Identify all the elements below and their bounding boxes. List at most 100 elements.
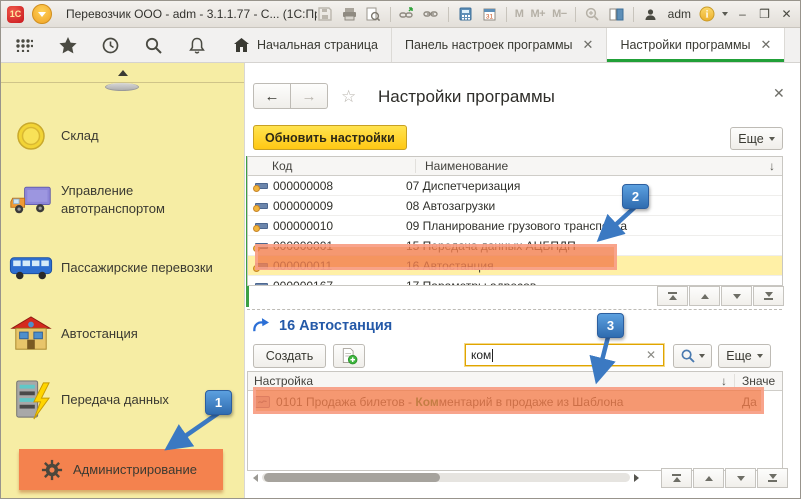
notifications-bell-icon[interactable] (175, 28, 218, 62)
sort-descending-icon[interactable]: ↓ (762, 159, 782, 173)
tab-program-settings[interactable]: Настройки программы ✕ (607, 28, 785, 62)
column-name[interactable]: Наименование (416, 159, 762, 173)
create-button[interactable]: Создать (253, 344, 326, 368)
close-window-button[interactable]: ✕ (779, 7, 794, 21)
settings-table[interactable]: Настройка ↓ Значе 0101 Продажа билетов -… (247, 371, 783, 471)
back-button[interactable]: ← (253, 83, 291, 109)
catalog-item-icon (254, 281, 267, 287)
tab-home[interactable]: Начальная страница (221, 28, 392, 62)
tab-close-icon[interactable]: ✕ (761, 37, 772, 53)
magnifier-icon (681, 349, 695, 363)
form-title: Настройки программы (378, 87, 555, 107)
go-next-button[interactable] (721, 286, 752, 306)
data-server-icon (1, 379, 61, 421)
more-button-top[interactable]: Еще (730, 127, 783, 150)
svg-text:i: i (705, 10, 708, 21)
sidebar-item-passazhirskie[interactable]: Пассажирские перевозки (1, 253, 244, 283)
scroll-right-icon[interactable] (634, 474, 639, 482)
table-row[interactable]: 000000010 09 Планирование грузового тран… (248, 216, 782, 236)
maximize-button[interactable]: ❒ (757, 7, 772, 21)
go-last-button[interactable] (753, 286, 784, 306)
functions-menu-icon[interactable] (3, 28, 46, 62)
go-link-icon[interactable] (423, 6, 440, 22)
groups-table-header[interactable]: Код Наименование ↓ (248, 157, 782, 176)
sidebar-item-administrirovanie[interactable]: Администрирование (19, 449, 223, 490)
forward-button[interactable]: → (291, 83, 328, 109)
home-icon (234, 38, 249, 52)
cell-name: 08 Автозагрузки (397, 199, 782, 213)
calculator-icon[interactable] (457, 6, 474, 22)
cell-code: 000000008 (273, 179, 333, 193)
print-preview-icon[interactable] (365, 6, 382, 22)
tab-settings-panel[interactable]: Панель настроек программы ✕ (392, 28, 608, 62)
go-last-button[interactable] (757, 468, 788, 488)
memory-m-button[interactable]: M (515, 8, 524, 20)
search-icon[interactable] (132, 28, 175, 62)
update-settings-button[interactable]: Обновить настройки (253, 125, 407, 150)
more-button-bottom[interactable]: Еще (718, 344, 771, 368)
column-setting[interactable]: Настройка (248, 374, 714, 388)
gear-icon (31, 459, 73, 481)
search-button[interactable] (673, 344, 712, 368)
annotation-step-3: 3 (597, 313, 624, 338)
go-first-button[interactable] (661, 468, 692, 488)
form-close-icon[interactable]: ✕ (773, 85, 785, 102)
sidebar-collapse-button[interactable] (1, 63, 244, 83)
station-building-icon (1, 315, 61, 353)
sidebar-item-label: Управление автотранспортом (61, 182, 193, 217)
horizontal-scrollbar[interactable] (253, 473, 639, 482)
save-icon[interactable] (317, 6, 334, 22)
svg-text:31: 31 (486, 14, 494, 21)
groups-table-nav (657, 286, 784, 306)
favorite-star-icon[interactable]: ☆ (341, 87, 356, 107)
search-value: ком (466, 348, 491, 362)
get-link-icon[interactable] (399, 6, 416, 22)
window-title: Перевозчик ООО - adm - 3.1.1.77 - С... (… (66, 7, 317, 21)
scrollbar-thumb[interactable] (264, 473, 440, 482)
annotation-step-2: 2 (622, 184, 649, 209)
memory-m-plus-button[interactable]: M+ (530, 8, 545, 20)
minimize-button[interactable]: – (735, 7, 750, 21)
go-first-button[interactable] (657, 286, 688, 306)
section-arrow-icon (251, 317, 270, 334)
scroll-left-icon[interactable] (253, 474, 258, 482)
chevron-down-icon (699, 354, 705, 358)
sort-descending-icon[interactable]: ↓ (714, 374, 734, 388)
clear-search-icon[interactable]: ✕ (639, 348, 663, 362)
search-input[interactable]: ком ✕ (465, 344, 664, 366)
table-row[interactable]: 000000008 07 Диспетчеризация (248, 176, 782, 196)
go-next-button[interactable] (725, 468, 756, 488)
scrollbar-track[interactable] (262, 473, 630, 482)
more-button-label: Еще (738, 132, 763, 146)
info-dropdown-caret-icon[interactable] (722, 12, 728, 16)
section-title: 16 Автостанция (279, 318, 392, 334)
tab-toolbar: Начальная страница Панель настроек прогр… (1, 28, 800, 63)
copy-item-button[interactable] (333, 344, 365, 368)
main-menu-button[interactable] (32, 4, 52, 24)
tab-close-icon[interactable]: ✕ (583, 37, 594, 53)
sidebar-item-avtotransport[interactable]: Управление автотранспортом (1, 181, 244, 219)
print-icon[interactable] (341, 6, 358, 22)
split-view-icon[interactable] (608, 6, 625, 22)
calendar-icon[interactable]: 31 (481, 6, 498, 22)
table-row[interactable]: 000000009 08 Автозагрузки (248, 196, 782, 216)
info-icon[interactable]: i (698, 6, 715, 22)
zoom-icon[interactable] (584, 6, 601, 22)
history-icon[interactable] (89, 28, 132, 62)
collapse-arrow-icon (118, 70, 128, 76)
go-prev-button[interactable] (693, 468, 724, 488)
memory-m-minus-button[interactable]: M− (552, 8, 567, 20)
column-code[interactable]: Код (248, 159, 416, 173)
sidebar-item-avtostancia[interactable]: Автостанция (1, 315, 244, 353)
table-row[interactable]: 000000167 17 Параметры адресов (248, 276, 782, 286)
app-window: 1С Перевозчик ООО - adm - 3.1.1.77 - С..… (0, 0, 801, 499)
truck-icon (1, 181, 61, 219)
column-value[interactable]: Значе (734, 374, 782, 388)
favorites-icon[interactable] (46, 28, 89, 62)
sidebar-item-sklad[interactable]: Склад (1, 121, 244, 151)
program-settings-form: ← → ☆ Настройки программы ✕ Обновить нас… (244, 63, 800, 499)
catalog-item-icon (254, 201, 267, 211)
tab-settings-panel-label: Панель настроек программы (405, 38, 573, 52)
go-prev-button[interactable] (689, 286, 720, 306)
tab-program-settings-label: Настройки программы (620, 38, 750, 52)
